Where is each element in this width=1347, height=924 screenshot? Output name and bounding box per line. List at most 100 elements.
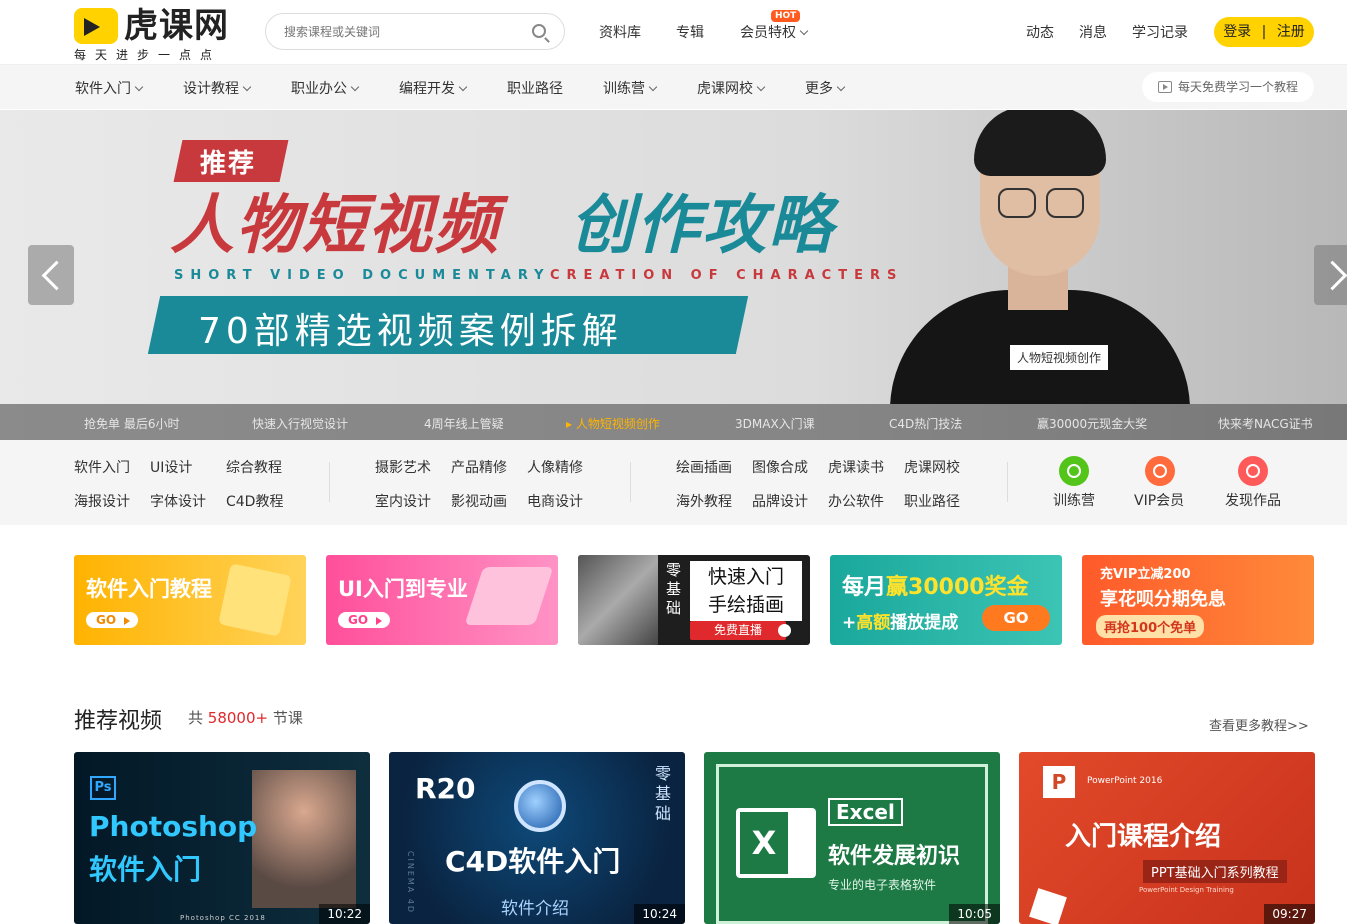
- video-subtitle: 专业的电子表格软件: [828, 878, 937, 892]
- video-caption: PowerPoint Design Training: [1139, 886, 1234, 894]
- promo-reward[interactable]: 每月赢30000奖金 +高额播放提成 GO: [830, 555, 1062, 645]
- video-footnote: Photoshop CC 2018: [180, 914, 266, 922]
- quick-link[interactable]: 影视动画: [451, 491, 507, 511]
- cube-decoration: [1029, 888, 1067, 924]
- quick-link[interactable]: 品牌设计: [752, 491, 808, 511]
- feature-vip[interactable]: VIP会员: [1134, 490, 1184, 510]
- video-duration: 09:27: [1264, 904, 1315, 924]
- chevron-down-icon: [799, 26, 809, 36]
- quick-link[interactable]: 职业路径: [904, 491, 960, 511]
- quick-link[interactable]: 人像精修: [527, 457, 583, 477]
- promo-illustration[interactable]: 零基础 快速入门 手绘插画 免费直播: [578, 555, 810, 645]
- promo-word: 高额: [856, 613, 891, 633]
- category-career[interactable]: 职业路径: [507, 78, 563, 98]
- video-card[interactable]: R20 零基础 CINEMA 4D C4D软件入门 软件介绍 10:24: [389, 752, 685, 924]
- category-software[interactable]: 软件入门: [75, 78, 144, 98]
- nav-activity[interactable]: 动态: [1026, 22, 1054, 42]
- quick-link[interactable]: 综合教程: [226, 457, 282, 477]
- diamond-icon[interactable]: [1145, 456, 1175, 486]
- quick-link[interactable]: 软件入门: [74, 457, 130, 477]
- quick-link[interactable]: UI设计: [150, 457, 192, 477]
- video-title: C4D软件入门: [445, 845, 621, 878]
- video-side-english: CINEMA 4D: [406, 850, 416, 915]
- promo-cta[interactable]: 再抢100个免单: [1096, 615, 1205, 638]
- quick-link[interactable]: 图像合成: [752, 457, 808, 477]
- promo-word: 播放提成: [890, 613, 959, 633]
- quick-link[interactable]: 室内设计: [375, 491, 431, 511]
- quick-link[interactable]: 绘画插画: [676, 457, 732, 477]
- free-course-button[interactable]: 每天免费学习一个教程: [1142, 72, 1314, 102]
- divider: [630, 462, 631, 502]
- feature-discover[interactable]: 发现作品: [1225, 490, 1281, 510]
- logo-play-icon: [74, 8, 118, 44]
- video-card[interactable]: X Excel 软件发展初识 专业的电子表格软件 10:05: [704, 752, 1000, 924]
- quick-link[interactable]: 办公软件: [828, 491, 884, 511]
- category-label: 职业办公: [291, 81, 347, 97]
- banner-headline-teal: 创作攻略: [570, 189, 834, 263]
- nav-album[interactable]: 专辑: [676, 22, 704, 42]
- quick-link[interactable]: 海报设计: [74, 491, 130, 511]
- image-icon[interactable]: [1238, 456, 1268, 486]
- photoshop-icon: Ps: [90, 776, 116, 800]
- logo[interactable]: 虎课网 每天进步一点点: [74, 6, 234, 62]
- carousel-prev-button[interactable]: [28, 245, 74, 305]
- search-box[interactable]: [265, 13, 565, 50]
- quick-link[interactable]: 摄影艺术: [375, 457, 431, 477]
- feature-bootcamp[interactable]: 训练营: [1053, 490, 1095, 510]
- category-school[interactable]: 虎课网校: [697, 78, 766, 98]
- carousel-item[interactable]: 3DMAX入门课: [735, 415, 815, 432]
- go-button[interactable]: GO: [982, 605, 1050, 631]
- video-card[interactable]: P PowerPoint 2016 入门课程介绍 PPT基础入门系列教程 Pow…: [1019, 752, 1315, 924]
- more-courses-link[interactable]: 查看更多教程>>: [1209, 715, 1309, 734]
- carousel-item[interactable]: 赢30000元现金大奖: [1037, 415, 1147, 432]
- promo-line1: 充VIP立减200: [1100, 567, 1191, 582]
- nav-vip-label: 会员特权: [740, 25, 796, 41]
- live-button[interactable]: 免费直播: [690, 621, 786, 640]
- nav-vip-privilege[interactable]: 会员特权: [740, 22, 809, 42]
- category-bootcamp[interactable]: 训练营: [603, 78, 658, 98]
- carousel-item[interactable]: C4D热门技法: [889, 415, 962, 432]
- video-title: 软件入门: [89, 853, 202, 886]
- target-icon[interactable]: [1059, 456, 1089, 486]
- go-button[interactable]: GO: [86, 612, 139, 628]
- login-link[interactable]: 登录: [1223, 24, 1251, 40]
- quick-link[interactable]: 虎课网校: [904, 457, 960, 477]
- count-prefix: 共: [188, 709, 204, 727]
- category-label: 虎课网校: [697, 81, 753, 97]
- quick-link[interactable]: C4D教程: [226, 491, 283, 511]
- nav-messages[interactable]: 消息: [1079, 22, 1107, 42]
- video-duration: 10:22: [319, 904, 370, 924]
- quick-link[interactable]: 海外教程: [676, 491, 732, 511]
- category-office[interactable]: 职业办公: [291, 78, 360, 98]
- top-header: 虎课网 每天进步一点点 资料库 专辑 会员特权 HOT 动态 消息 学习记录 登…: [0, 0, 1347, 65]
- carousel-item[interactable]: 快来考NACG证书: [1218, 415, 1313, 432]
- promo-vip[interactable]: 充VIP立减200 享花呗分期免息 再抢100个免单: [1082, 555, 1314, 645]
- quick-link[interactable]: 电商设计: [527, 491, 583, 511]
- carousel-item-active[interactable]: ▸ 人物短视频创作: [566, 415, 660, 432]
- carousel-item[interactable]: 快速入行视觉设计: [252, 415, 348, 432]
- category-more[interactable]: 更多: [805, 78, 846, 98]
- promo-software[interactable]: 软件入门教程 GO: [74, 555, 306, 645]
- carousel-item-label: 人物短视频创作: [575, 417, 660, 431]
- register-link[interactable]: 注册: [1277, 24, 1305, 40]
- search-icon[interactable]: [532, 24, 546, 38]
- carousel-next-button[interactable]: [1314, 245, 1347, 305]
- quick-link[interactable]: 产品精修: [451, 457, 507, 477]
- search-input[interactable]: [284, 22, 524, 42]
- nav-history[interactable]: 学习记录: [1132, 22, 1188, 42]
- go-button[interactable]: GO: [338, 612, 391, 628]
- category-label: 训练营: [603, 81, 645, 97]
- category-programming[interactable]: 编程开发: [399, 78, 468, 98]
- video-card[interactable]: Ps Photoshop 软件入门 Photoshop CC 2018 10:2…: [74, 752, 370, 924]
- quick-link[interactable]: 虎课读书: [828, 457, 884, 477]
- carousel-item[interactable]: 4周年线上管疑: [424, 415, 504, 432]
- chevron-down-icon: [756, 82, 766, 92]
- category-design[interactable]: 设计教程: [183, 78, 252, 98]
- quick-link[interactable]: 字体设计: [150, 491, 206, 511]
- login-register-button[interactable]: 登录 | 注册: [1214, 17, 1314, 47]
- promo-ui[interactable]: UI入门到专业 GO: [326, 555, 558, 645]
- nav-library[interactable]: 资料库: [599, 22, 641, 42]
- carousel-item[interactable]: 抢免单 最后6小时: [84, 415, 179, 432]
- section-title: 推荐视频: [74, 709, 163, 734]
- video-subtitle: PPT基础入门系列教程: [1143, 860, 1287, 883]
